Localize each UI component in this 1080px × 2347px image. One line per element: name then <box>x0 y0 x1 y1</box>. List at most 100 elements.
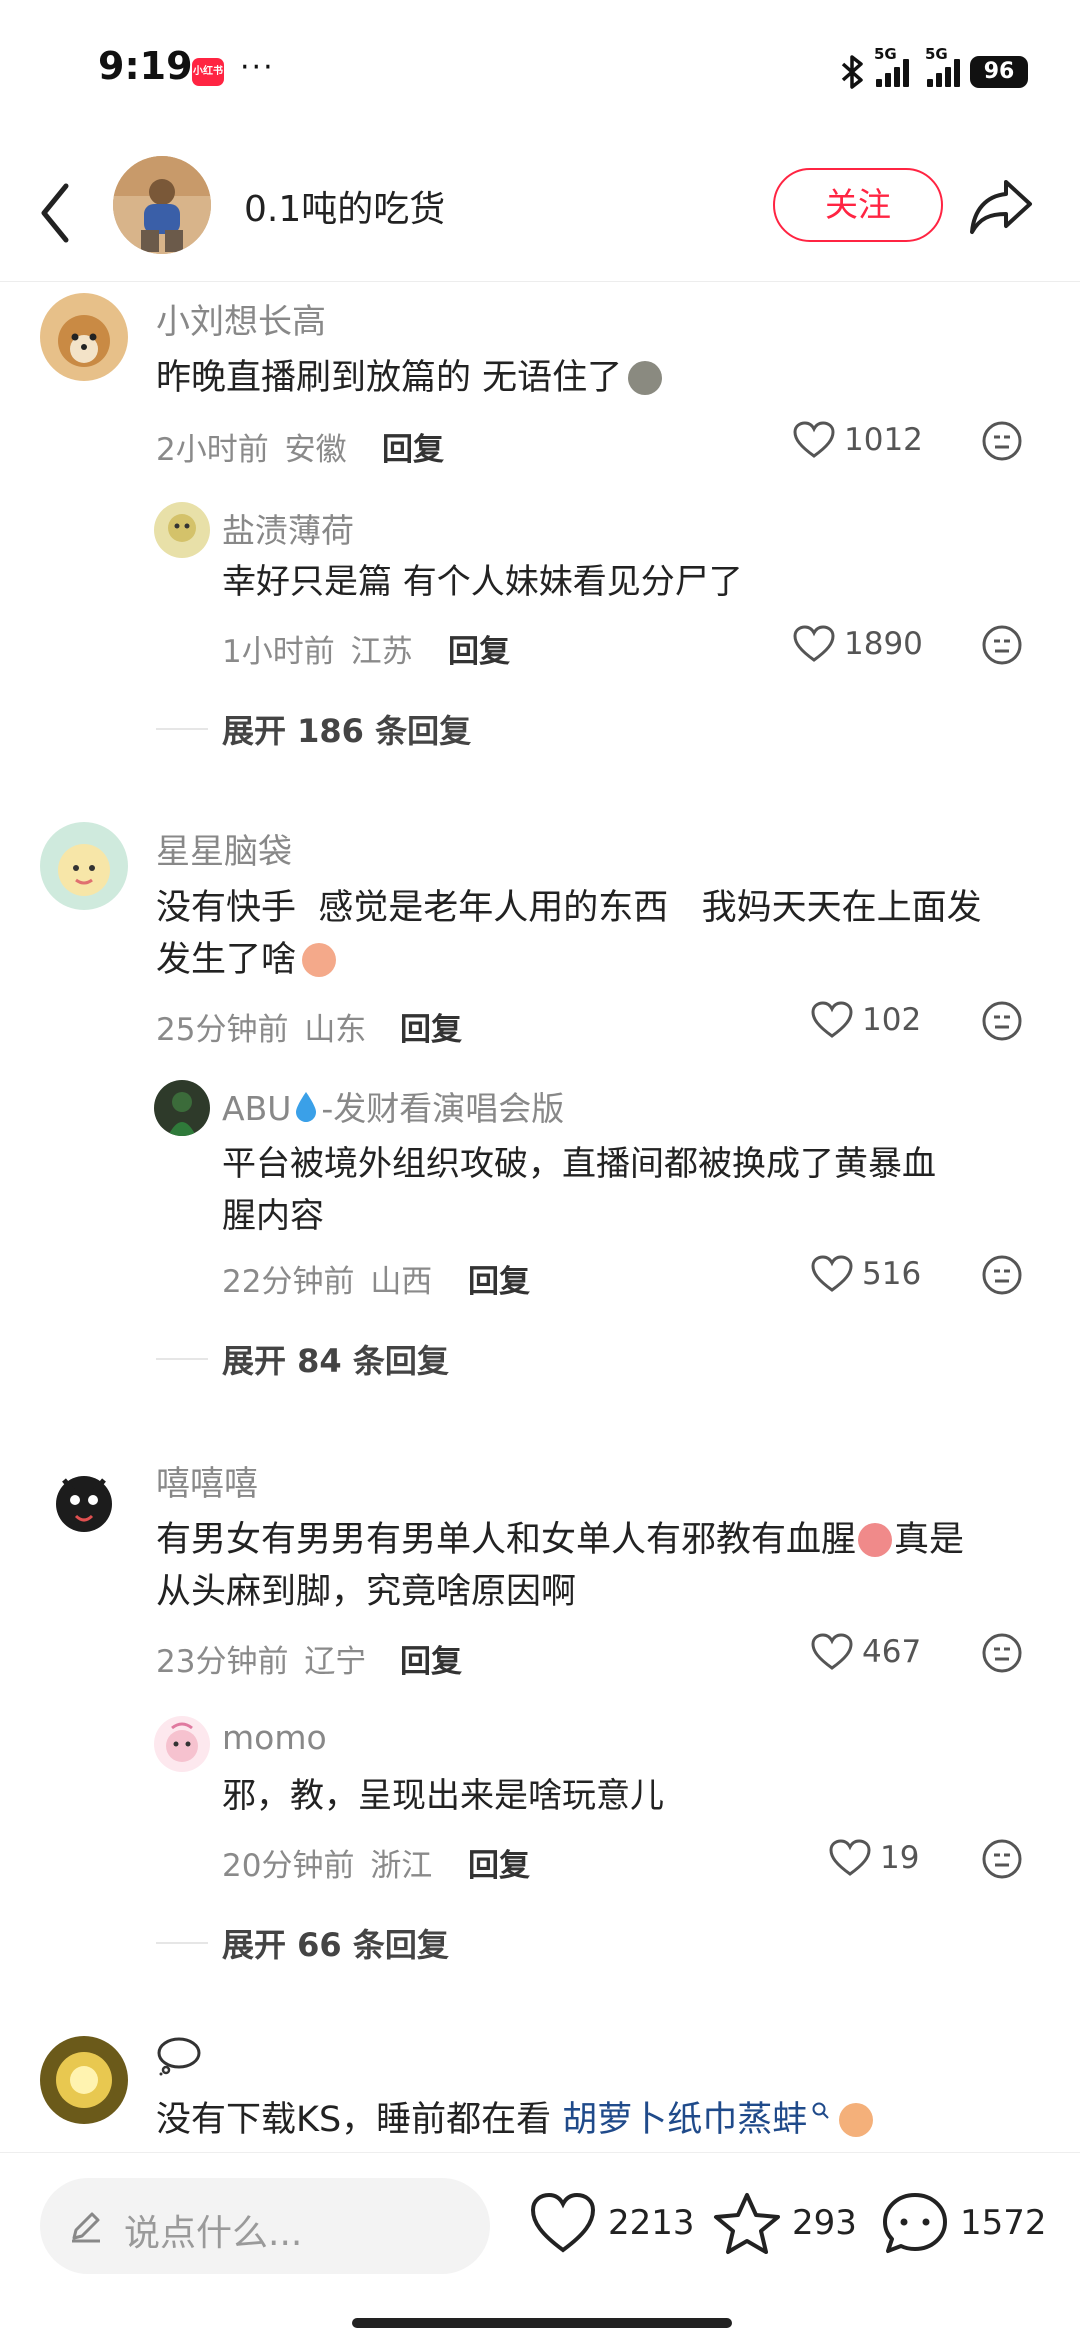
comment-meta: 25分钟前 山东 <box>156 1004 366 1049</box>
reply-button[interactable]: 回复 <box>468 1840 530 1885</box>
heart-icon <box>793 421 835 458</box>
status-time: 9:19 <box>98 44 193 88</box>
more-notifications-icon: ··· <box>240 50 275 85</box>
reply-time: 22分钟前 <box>222 1264 355 1300</box>
reply-text: 幸好只是篇 有个人妹妹看见分尸了 <box>222 562 743 602</box>
heart-icon <box>811 1255 853 1292</box>
reply-avatar[interactable] <box>154 1080 210 1136</box>
expand-replies-button[interactable]: 展开 186 条回复 <box>222 706 471 752</box>
emoji-icon <box>839 2103 874 2137</box>
expand-replies-button[interactable]: 展开 66 条回复 <box>222 1920 449 1966</box>
comment-text-line: 没有快手 感觉是老年人用的东西 我妈天天在上面发 <box>156 888 982 928</box>
reply-text-line: 平台被境外组织攻破，直播间都被换成了黄暴血 <box>222 1144 936 1184</box>
like-count: 1012 <box>844 422 923 458</box>
reply-time: 20分钟前 <box>222 1848 355 1884</box>
emoji-icon <box>628 361 663 395</box>
battery-icon: 96 <box>970 56 1028 88</box>
collect-button[interactable]: 293 <box>712 2190 857 2256</box>
reply-meta: 1小时前 江苏 <box>222 626 413 671</box>
comment-button[interactable]: 1572 <box>880 2190 1047 2256</box>
commenter-avatar[interactable] <box>40 2036 128 2124</box>
commenter-avatar[interactable] <box>40 1454 128 1542</box>
comment-text-line-2: 发生了啥 <box>156 934 1080 986</box>
reply-avatar[interactable] <box>154 502 210 558</box>
like-button[interactable]: 516 <box>810 1254 921 1294</box>
reply-meta: 20分钟前 浙江 <box>222 1840 432 1885</box>
comment-text-line: 有男女有男男有男单人和女单人有邪教有血腥 真是 <box>156 1514 1080 1566</box>
comment-meta: 2小时前 安徽 <box>156 424 347 469</box>
reply-text-line-2: 腥内容 <box>222 1196 324 1236</box>
comment-location: 安徽 <box>284 432 347 468</box>
comment-text-line-1: 有男女有男男有男单人和女单人有邪教有血腥 <box>156 1520 857 1560</box>
share-icon[interactable] <box>968 176 1034 236</box>
heart-icon <box>811 1633 853 1670</box>
like-count: 516 <box>862 1256 922 1292</box>
comment-time: 2小时前 <box>156 432 269 468</box>
comment-time: 25分钟前 <box>156 1012 289 1048</box>
reply-time: 1小时前 <box>222 634 335 670</box>
comment-location: 辽宁 <box>304 1644 367 1680</box>
reply-name[interactable]: momo <box>222 1718 327 1757</box>
comment-text-line-2-text: 发生了啥 <box>156 940 297 980</box>
comment-input-placeholder[interactable]: 说点什么... <box>124 2204 302 2256</box>
commenter-name[interactable]: 嘻嘻嘻 <box>156 1456 258 1505</box>
app-badge-icon: 小红书 <box>192 58 224 86</box>
commenter-avatar[interactable] <box>40 293 128 381</box>
dislike-icon[interactable] <box>981 420 1023 462</box>
heart-icon <box>811 1001 853 1038</box>
heart-icon <box>793 625 835 662</box>
speech-bubble-icon <box>157 2037 201 2076</box>
comment-count: 1572 <box>960 2203 1047 2243</box>
dislike-icon[interactable] <box>981 1000 1023 1042</box>
reply-button[interactable]: 回复 <box>400 1636 462 1681</box>
commenter-avatar[interactable] <box>40 822 128 910</box>
reply-button[interactable]: 回复 <box>468 1256 530 1301</box>
reply-avatar[interactable] <box>154 1716 210 1772</box>
like-button[interactable]: 102 <box>810 1000 921 1040</box>
dislike-icon[interactable] <box>981 1838 1023 1880</box>
author-name[interactable]: 0.1吨的吃货 <box>244 180 445 232</box>
like-button[interactable]: 1012 <box>792 420 923 460</box>
comment-text: 没有下载KS，睡前都在看 胡萝卜纸巾蒸蚌 <box>156 2094 1080 2146</box>
comment-text-line-1-tail: 真是 <box>894 1520 965 1560</box>
topic-link[interactable]: 胡萝卜纸巾蒸蚌 <box>562 2100 807 2140</box>
heart-icon <box>530 2192 596 2253</box>
like-count: 2213 <box>608 2203 695 2243</box>
dislike-icon[interactable] <box>981 1632 1023 1674</box>
commenter-name[interactable]: 星星脑袋 <box>156 824 292 873</box>
commenter-name[interactable]: 小刘想长高 <box>156 294 326 343</box>
divider <box>156 728 208 730</box>
back-icon[interactable] <box>36 180 76 246</box>
like-button[interactable]: 467 <box>810 1632 921 1672</box>
like-button[interactable]: 19 <box>828 1838 919 1878</box>
author-avatar[interactable] <box>113 156 211 254</box>
reply-text: 平台被境外组织攻破，直播间都被换成了黄暴血 腥内容 <box>222 1138 1080 1242</box>
reply-name-prefix: ABU <box>222 1089 292 1128</box>
reply-name-suffix: -发财看演唱会版 <box>321 1089 565 1128</box>
like-count: 467 <box>862 1634 922 1670</box>
expand-replies-button[interactable]: 展开 84 条回复 <box>222 1336 449 1382</box>
comment-time: 23分钟前 <box>156 1644 289 1680</box>
dislike-icon[interactable] <box>981 624 1023 666</box>
reply-button[interactable]: 回复 <box>400 1004 462 1049</box>
signal-icon-2: 5G <box>925 45 960 87</box>
follow-button[interactable]: 关注 <box>773 168 943 242</box>
reply-button[interactable]: 回复 <box>448 626 510 671</box>
reply-button[interactable]: 回复 <box>382 424 444 469</box>
collect-count: 293 <box>792 2203 857 2243</box>
droplet-icon <box>296 1092 317 1122</box>
comment-text: 昨晚直播刷到放篇的 无语住了 <box>156 352 1080 404</box>
status-bar: 9:19 小红书 ··· 5G 5G 96 <box>0 0 1080 150</box>
reply-name[interactable]: 盐渍薄荷 <box>222 504 354 552</box>
like-action-button[interactable]: 2213 <box>528 2190 695 2256</box>
divider <box>156 1942 208 1944</box>
reply-meta: 22分钟前 山西 <box>222 1256 432 1301</box>
home-indicator <box>352 2318 732 2328</box>
reply-name[interactable]: ABU -发财看演唱会版 <box>222 1082 564 1130</box>
like-count: 1890 <box>844 626 923 662</box>
comment-text-content: 没有下载KS，睡前都在看 <box>156 2100 563 2140</box>
dislike-icon[interactable] <box>981 1254 1023 1296</box>
signal-icon: 5G <box>874 45 909 87</box>
like-button[interactable]: 1890 <box>792 624 923 664</box>
reply-text: 邪，教，呈现出来是啥玩意儿 <box>222 1776 664 1816</box>
